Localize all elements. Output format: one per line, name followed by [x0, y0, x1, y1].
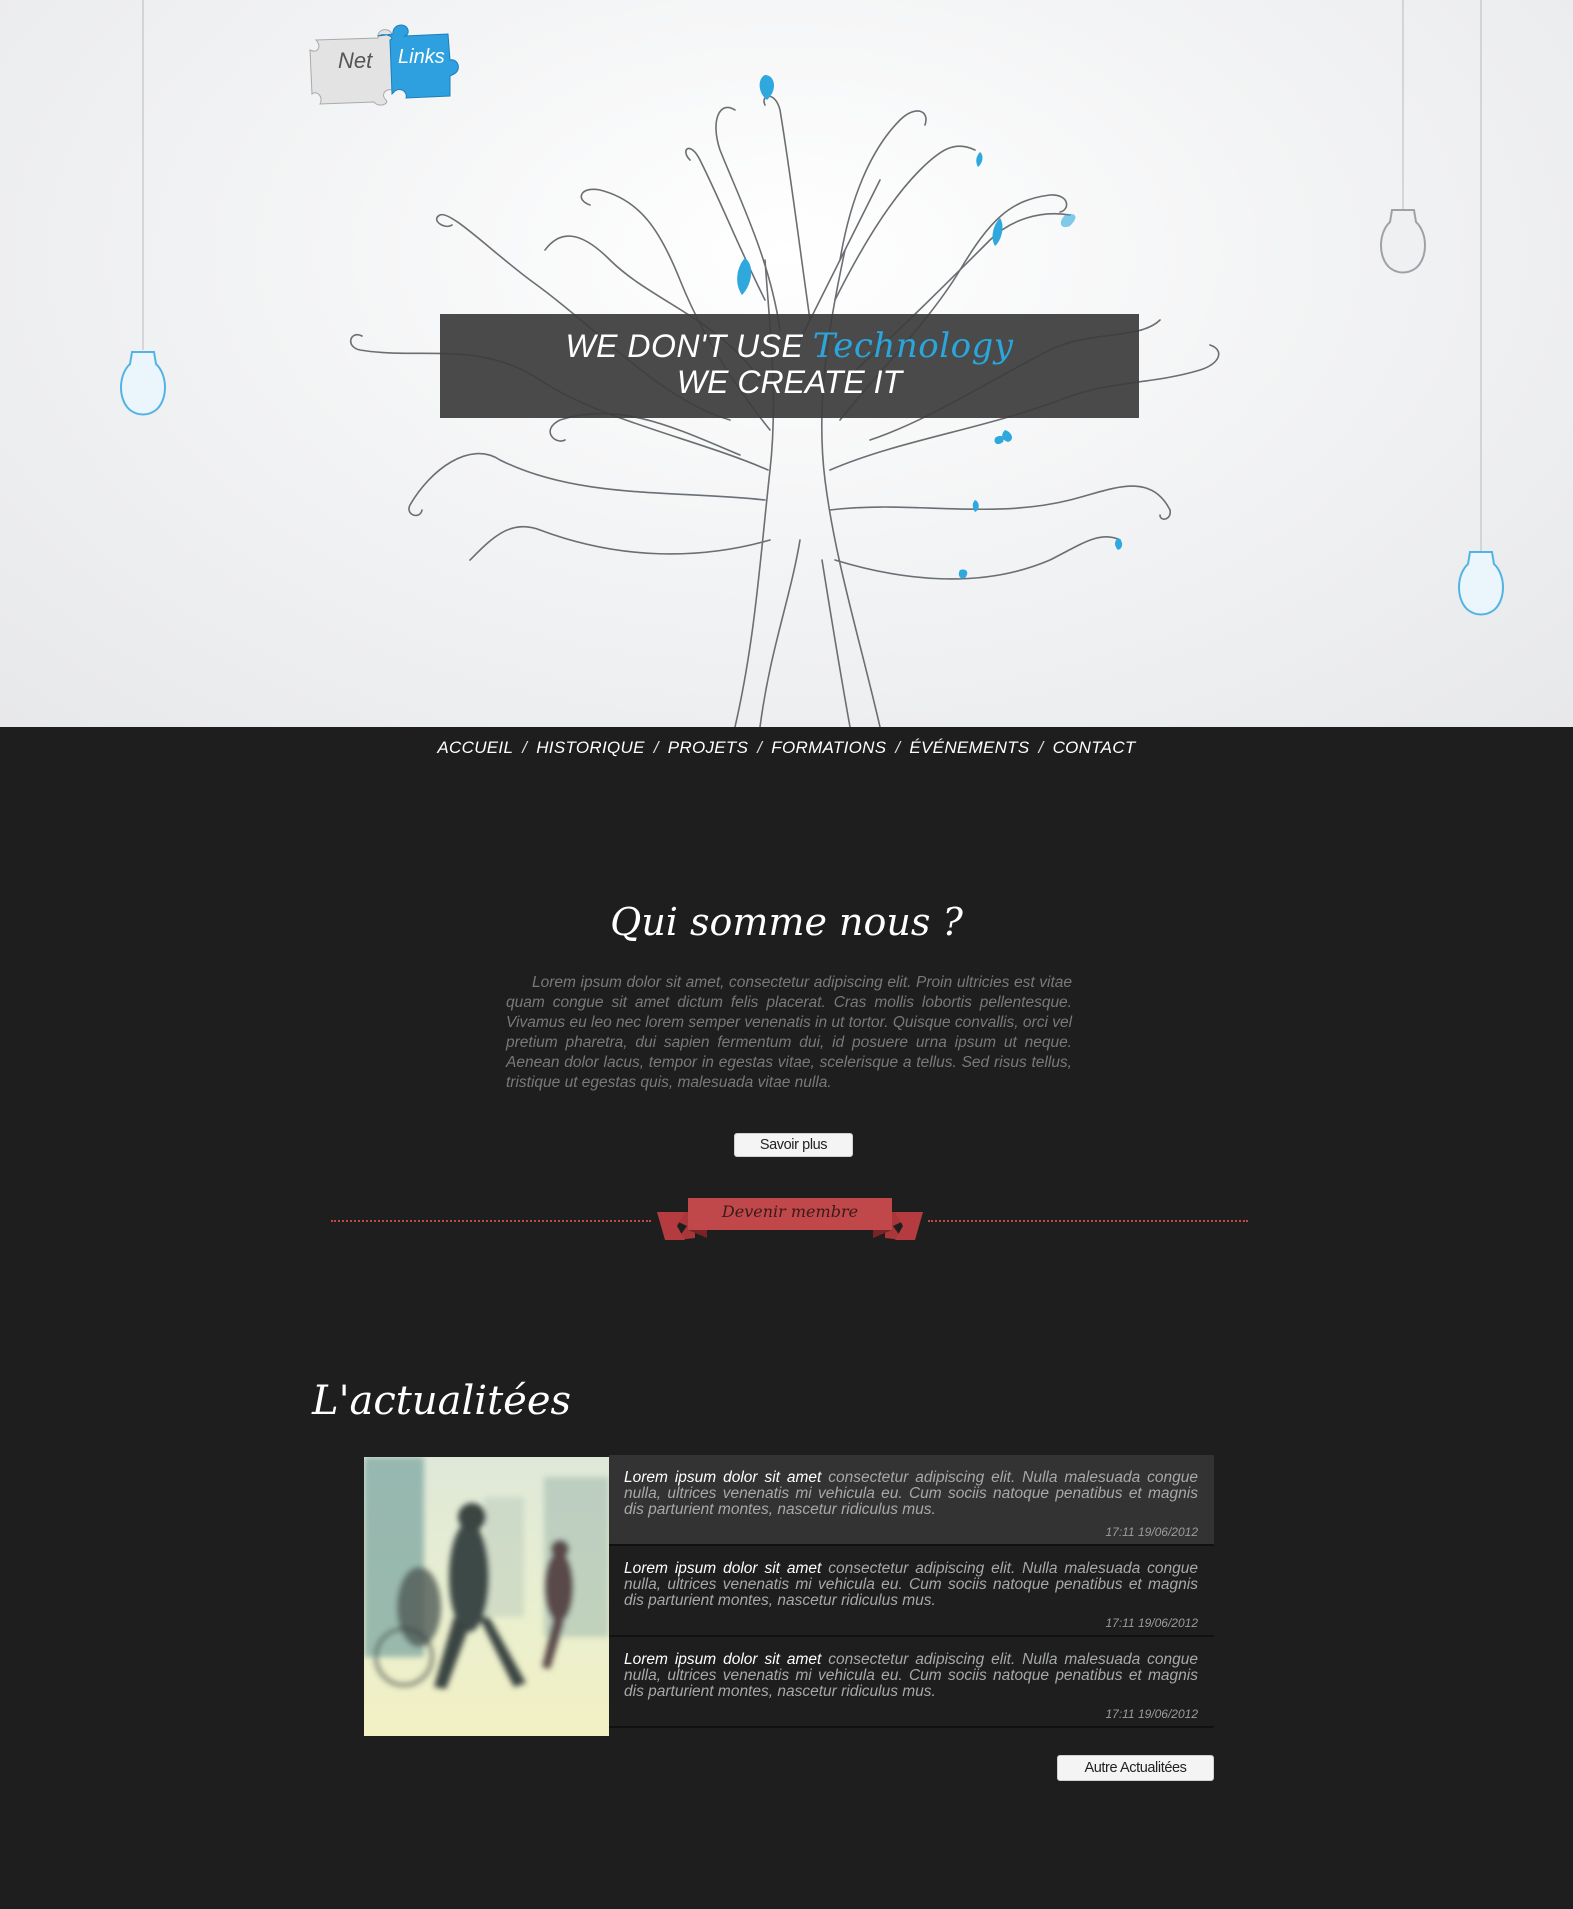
news-lead: Lorem ipsum dolor sit amet	[624, 1651, 822, 1668]
divider-left	[331, 1220, 651, 1222]
news-section-title: L'actualitées	[312, 1378, 572, 1424]
news-date: 17:11 19/06/2012	[1105, 1616, 1198, 1630]
nav-separator: /	[653, 738, 659, 757]
nav-formations[interactable]: FORMATIONS	[771, 738, 886, 757]
news-lead: Lorem ipsum dolor sit amet	[624, 1560, 822, 1577]
logo-text-links: Links	[398, 46, 445, 68]
nav-separator: /	[1038, 738, 1044, 757]
devenir-membre-button[interactable]: Devenir membre	[690, 1202, 890, 1221]
hero-line1-prefix: WE DON'T USE	[565, 328, 804, 364]
autre-actualites-button[interactable]: Autre Actualitées	[1057, 1755, 1214, 1781]
news-text: Lorem ipsum dolor sit amet consectetur a…	[624, 1470, 1198, 1518]
hero-line2: WE CREATE IT	[676, 364, 903, 400]
hero-banner: WE DON'T USE Technology WE CREATE IT	[440, 314, 1139, 418]
nav-separator: /	[522, 738, 528, 757]
logo-text-net: Net	[338, 48, 373, 73]
news-list: Lorem ipsum dolor sit amet consectetur a…	[609, 1455, 1214, 1728]
nav-contact[interactable]: CONTACT	[1053, 738, 1136, 757]
news-photo	[364, 1457, 609, 1736]
divider-right	[928, 1220, 1248, 1222]
news-item[interactable]: Lorem ipsum dolor sit amet consectetur a…	[609, 1455, 1214, 1546]
news-lead: Lorem ipsum dolor sit amet	[624, 1469, 822, 1486]
news-text: Lorem ipsum dolor sit amet consectetur a…	[624, 1652, 1198, 1700]
hero-highlight-word: Technology	[812, 326, 1014, 366]
news-text: Lorem ipsum dolor sit amet consectetur a…	[624, 1561, 1198, 1609]
news-date: 17:11 19/06/2012	[1105, 1707, 1198, 1721]
about-title: Qui somme nous ?	[610, 900, 963, 944]
news-item[interactable]: Lorem ipsum dolor sit amet consectetur a…	[609, 1637, 1214, 1728]
nav-evenements[interactable]: ÉVÉNEMENTS	[909, 738, 1029, 757]
news-date: 17:11 19/06/2012	[1105, 1525, 1198, 1539]
news-item[interactable]: Lorem ipsum dolor sit amet consectetur a…	[609, 1546, 1214, 1637]
main-navigation: ACCUEIL / HISTORIQUE / PROJETS / FORMATIONS / ÉV…	[0, 738, 1573, 758]
nav-historique[interactable]: HISTORIQUE	[536, 738, 644, 757]
hero-line1: WE DON'T USE Technology	[440, 328, 1139, 364]
savoir-plus-button[interactable]: Savoir plus	[734, 1133, 853, 1157]
nav-separator: /	[757, 738, 763, 757]
nav-projets[interactable]: PROJETS	[668, 738, 749, 757]
nav-accueil[interactable]: ACCUEIL	[437, 738, 513, 757]
about-text: Lorem ipsum dolor sit amet, consectetur …	[506, 974, 1073, 1091]
nav-separator: /	[895, 738, 901, 757]
hero-section: Net Links WE DON'T USE Technology WE CRE…	[0, 0, 1573, 727]
